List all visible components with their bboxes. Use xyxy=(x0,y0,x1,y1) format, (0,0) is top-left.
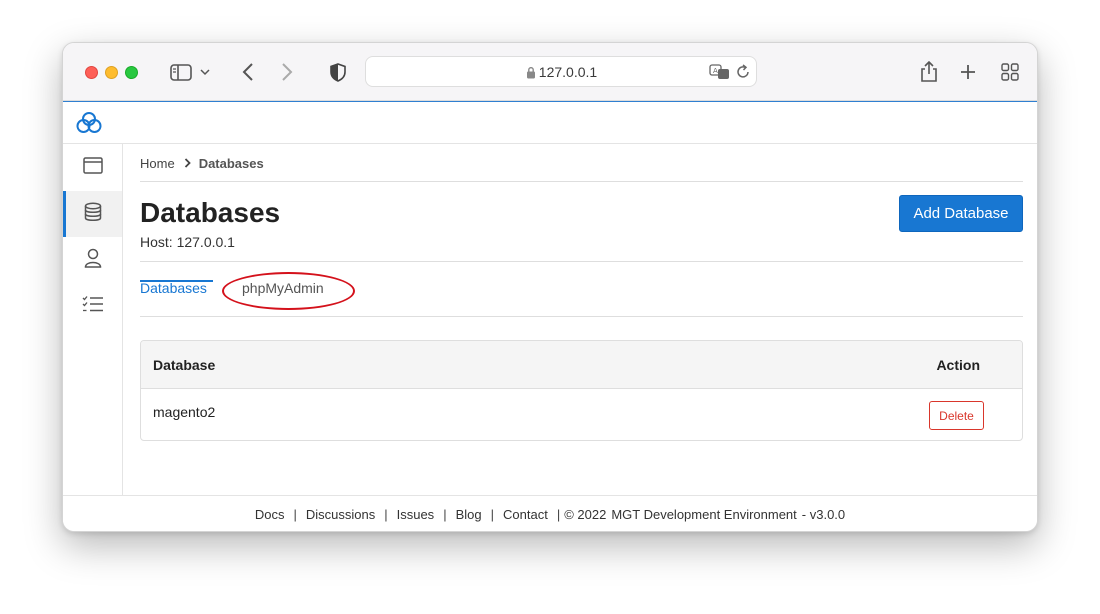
delete-database-button[interactable]: Delete xyxy=(929,401,984,430)
shield-icon[interactable] xyxy=(325,60,351,84)
database-name: magento2 xyxy=(153,404,216,420)
svg-text:A: A xyxy=(713,67,718,75)
footer-product: MGT Development Environment xyxy=(611,507,797,522)
footer-link-discussions[interactable]: Discussions xyxy=(306,507,375,522)
reload-icon[interactable] xyxy=(736,64,750,84)
page-title: Databases xyxy=(140,197,281,228)
footer-link-issues[interactable]: Issues xyxy=(397,507,435,522)
sidebar-item-tasks[interactable] xyxy=(63,283,122,329)
column-header-database: Database xyxy=(153,357,216,373)
tab-databases[interactable]: Databases xyxy=(140,280,207,296)
breadcrumb-home-link[interactable]: Home xyxy=(140,156,175,171)
forward-icon[interactable] xyxy=(274,60,300,84)
share-icon[interactable] xyxy=(916,60,942,84)
sidebar-item-sites[interactable] xyxy=(63,145,122,191)
column-header-action: Action xyxy=(936,357,980,373)
browser-window-icon xyxy=(82,157,103,179)
app-header xyxy=(63,101,1037,144)
cloud-logo-icon[interactable] xyxy=(76,111,102,140)
table-header: Database Action xyxy=(141,341,1022,389)
separator: | xyxy=(556,507,561,522)
footer-copyright: © 2022 xyxy=(564,507,607,522)
main-content: Home Databases Databases Host: 127.0.0.1… xyxy=(140,144,1023,495)
back-icon[interactable] xyxy=(235,60,261,84)
host-label: Host: 127.0.0.1 xyxy=(140,234,235,250)
browser-window: 127.0.0.1 A Home Databases Databases Hos… xyxy=(62,42,1038,532)
separator: | xyxy=(293,507,297,522)
browser-toolbar: 127.0.0.1 A xyxy=(63,43,1037,101)
divider xyxy=(140,181,1023,182)
separator: | xyxy=(384,507,388,522)
separator: | xyxy=(443,507,447,522)
address-bar[interactable]: 127.0.0.1 A xyxy=(365,56,757,87)
minimize-window-button[interactable] xyxy=(105,66,118,79)
footer: Docs | Discussions | Issues | Blog | Con… xyxy=(63,495,1037,531)
footer-link-docs[interactable]: Docs xyxy=(255,507,285,522)
highlight-annotation-ellipse xyxy=(222,272,355,310)
footer-link-contact[interactable]: Contact xyxy=(503,507,548,522)
active-tab-indicator xyxy=(140,280,213,282)
footer-version: - v3.0.0 xyxy=(801,507,846,522)
sidebar xyxy=(63,144,123,495)
databases-table: Database Action magento2 Delete xyxy=(140,340,1023,441)
zoom-window-button[interactable] xyxy=(125,66,138,79)
tab-overview-icon[interactable] xyxy=(997,60,1023,84)
url-text: 127.0.0.1 xyxy=(538,64,598,80)
new-tab-icon[interactable] xyxy=(955,60,981,84)
task-list-icon xyxy=(82,295,104,318)
add-database-button[interactable]: Add Database xyxy=(899,195,1023,232)
table-row: magento2 Delete xyxy=(141,389,1022,440)
tab-bar: Databases phpMyAdmin xyxy=(140,262,1023,317)
user-icon xyxy=(84,248,102,273)
translate-icon[interactable]: A xyxy=(709,64,731,85)
breadcrumb: Home Databases xyxy=(140,156,264,171)
database-icon xyxy=(84,201,102,227)
close-window-button[interactable] xyxy=(85,66,98,79)
chevron-down-icon[interactable] xyxy=(197,60,213,84)
chevron-right-icon xyxy=(184,157,191,171)
sidebar-toggle-icon[interactable] xyxy=(168,60,194,84)
breadcrumb-current: Databases xyxy=(198,156,264,171)
sidebar-item-databases[interactable] xyxy=(63,191,122,237)
separator: | xyxy=(490,507,494,522)
sidebar-item-users[interactable] xyxy=(63,237,122,283)
footer-link-blog[interactable]: Blog xyxy=(456,507,482,522)
